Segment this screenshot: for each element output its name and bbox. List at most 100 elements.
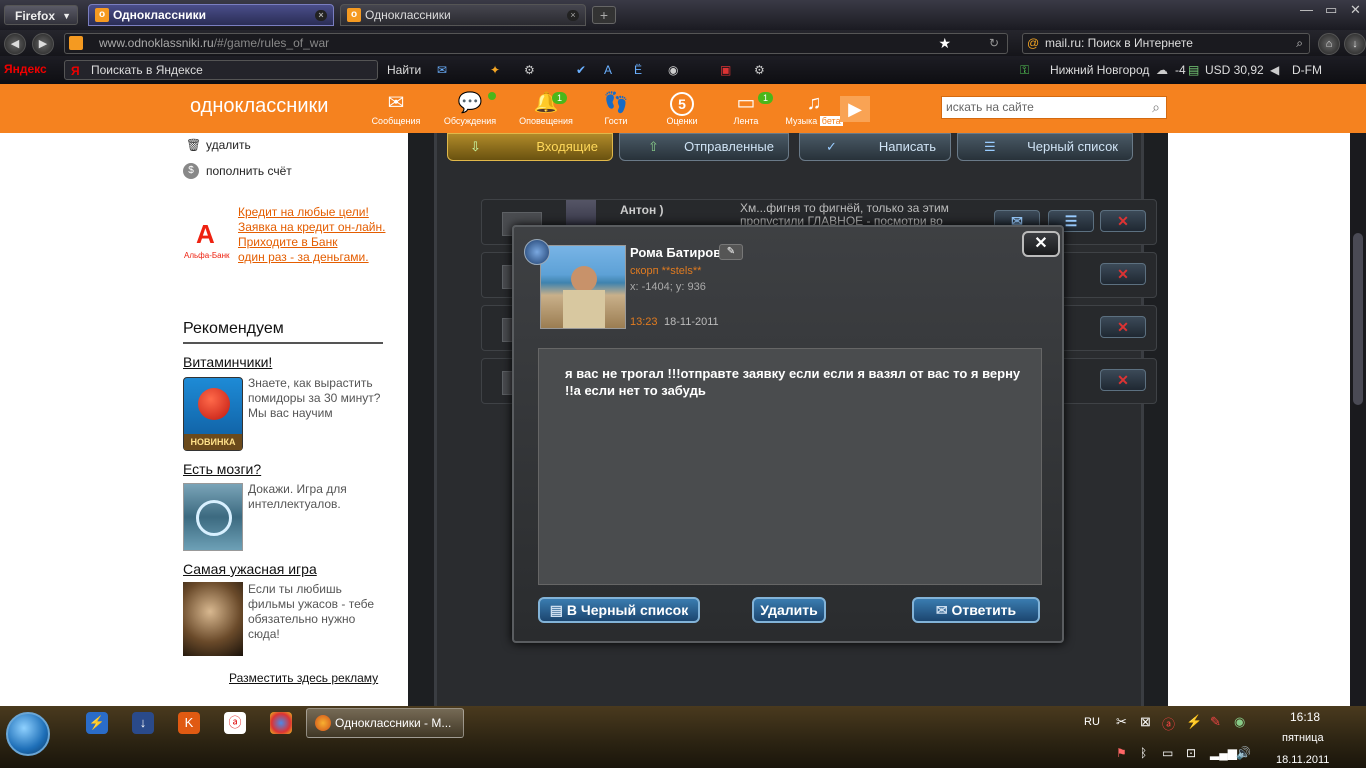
yandex-find-button[interactable]: Найти xyxy=(387,63,421,77)
settings-icon[interactable]: ⚙ xyxy=(754,63,765,77)
weather-temperature[interactable]: -4 xyxy=(1175,63,1186,77)
delete-message-icon[interactable]: ✕ xyxy=(1100,263,1146,285)
page-scrollbar[interactable] xyxy=(1350,133,1366,706)
close-dialog-button[interactable]: ✕ xyxy=(1022,231,1060,257)
tab-write[interactable]: ✓ Написать xyxy=(799,133,951,161)
menu-discussions[interactable]: 💬 Обсуждения xyxy=(438,90,502,126)
tray-box-icon[interactable]: ⊠ xyxy=(1140,714,1151,730)
ad-line[interactable]: Кредит на любые цели! xyxy=(238,205,398,220)
site-search-input[interactable]: искать на сайте ⌕ xyxy=(941,96,1167,119)
usb-icon[interactable]: ⊡ xyxy=(1186,746,1196,760)
delete-message-icon[interactable]: ✕ xyxy=(1100,369,1146,391)
tray-flag-icon[interactable]: ⚑ xyxy=(1116,746,1127,760)
thunderbolt-icon[interactable]: ⚡ xyxy=(86,712,108,734)
minimize-icon[interactable]: — xyxy=(1300,2,1313,17)
translate-icon[interactable]: A xyxy=(604,63,612,77)
play-icon[interactable]: ▶ xyxy=(840,96,870,122)
kaspersky-icon[interactable]: K xyxy=(178,712,200,734)
tab-blacklist[interactable]: ☰ Черный список xyxy=(957,133,1133,161)
menu-feed[interactable]: ▭ Лента 1 xyxy=(714,90,778,126)
ad-text[interactable]: Кредит на любые цели! Заявка на кредит о… xyxy=(238,205,398,265)
alfa-bank-logo-icon[interactable]: A xyxy=(196,219,215,250)
url-bar[interactable]: www.odnoklassniki.ru/#/game/rules_of_war… xyxy=(64,33,1008,54)
weather-city[interactable]: Нижний Новгород xyxy=(1050,63,1149,77)
forward-button[interactable]: ▶ xyxy=(32,33,54,55)
bookmark-star-icon[interactable]: ★ xyxy=(938,34,951,53)
close-tab-icon[interactable]: × xyxy=(315,10,327,21)
sender-clan[interactable]: скорп **stels** xyxy=(630,265,701,277)
place-ad-link[interactable]: Разместить здесь рекламу xyxy=(229,671,378,685)
search-icon[interactable]: ⌕ xyxy=(1296,34,1303,53)
maximize-icon[interactable]: ▭ xyxy=(1325,2,1337,18)
site-logo[interactable]: одноклассники xyxy=(190,95,328,118)
sender-name[interactable]: Рома Батиров xyxy=(630,245,721,260)
check-icon[interactable]: ✔ xyxy=(576,63,586,77)
tray-thunder-icon[interactable]: ⚡ xyxy=(1186,714,1202,730)
firefox-menu-button[interactable]: Firefox ▼ xyxy=(4,5,78,25)
recommend-item-title[interactable]: Самая ужасная игра xyxy=(183,561,317,577)
shopping-icon[interactable]: ✦ xyxy=(490,63,500,77)
tray-pen-icon[interactable]: ✎ xyxy=(1210,714,1221,730)
horror-game-image[interactable] xyxy=(183,582,243,656)
chrome-icon[interactable] xyxy=(270,712,292,734)
ad-line[interactable]: Приходите в Банк xyxy=(238,235,398,250)
ad-line[interactable]: Заявка на кредит он-лайн. xyxy=(238,220,398,235)
clock-date[interactable]: 18.11.2011 xyxy=(1276,754,1329,766)
gear-icon[interactable]: ⚙ xyxy=(524,63,535,77)
clock-day[interactable]: пятница xyxy=(1282,732,1324,744)
recommend-item-title[interactable]: Есть мозги? xyxy=(183,461,261,477)
speaker-icon[interactable]: ◀ xyxy=(1270,63,1279,77)
menu-guests[interactable]: 👣 Гости xyxy=(584,90,648,126)
yandex-logo[interactable]: Яндекс xyxy=(4,62,47,76)
sender-name[interactable]: Антон ) xyxy=(620,203,664,217)
new-tab-button[interactable]: + xyxy=(592,6,616,24)
tab-inactive[interactable]: о Одноклассники × xyxy=(340,4,586,26)
close-window-icon[interactable]: ✕ xyxy=(1350,2,1361,18)
menu-music[interactable]: ♫ Музыка бета xyxy=(782,90,846,126)
menu-messages[interactable]: ✉ Сообщения xyxy=(364,90,428,126)
tray-tool-icon[interactable]: ✂ xyxy=(1116,714,1127,730)
brain-game-image[interactable] xyxy=(183,483,243,551)
antivirus-icon[interactable]: ⓐ xyxy=(224,712,246,734)
tray-globe-icon[interactable]: ◉ xyxy=(1234,714,1245,730)
topup-link[interactable]: пополнить счёт xyxy=(206,164,292,178)
taskbar-firefox-window[interactable]: Одноклассники - M... xyxy=(306,708,464,738)
search-engine-box[interactable]: @ mail.ru: Поиск в Интернете ⌕ xyxy=(1022,33,1310,54)
download-manager-icon[interactable]: ↓ xyxy=(132,712,154,734)
bluetooth-icon[interactable]: ᛒ xyxy=(1140,746,1147,760)
radio-station[interactable]: D-FM xyxy=(1292,63,1322,77)
globe-icon[interactable]: ◉ xyxy=(668,63,678,77)
close-tab-icon[interactable]: × xyxy=(567,10,579,21)
scrollbar-thumb[interactable] xyxy=(1353,233,1363,405)
currency-rate[interactable]: USD 30,92 xyxy=(1205,63,1264,77)
dictionary-icon[interactable]: Ё xyxy=(634,63,642,77)
tray-window-icon[interactable]: ▭ xyxy=(1162,746,1173,760)
tomato-game-image[interactable]: НОВИНКА xyxy=(183,377,243,451)
clock-time[interactable]: 16:18 xyxy=(1290,710,1320,724)
sender-photo[interactable] xyxy=(540,245,626,329)
yandex-search-input[interactable]: Я Поискать в Яндексе xyxy=(64,60,378,80)
delete-link[interactable]: удалить xyxy=(206,138,251,152)
language-indicator[interactable]: RU xyxy=(1084,716,1100,728)
back-button[interactable]: ◀ xyxy=(4,33,26,55)
home-button[interactable]: ⌂ xyxy=(1318,33,1340,55)
reply-button[interactable]: ✉ Ответить xyxy=(912,597,1040,623)
mail-icon[interactable]: ✉ xyxy=(437,63,447,77)
edit-pencil-icon[interactable]: ✎ xyxy=(719,244,743,260)
delete-message-icon[interactable]: ✕ xyxy=(1100,210,1146,232)
tray-antivirus-icon[interactable]: ⓐ xyxy=(1162,714,1175,733)
menu-ratings[interactable]: 5 Оценки xyxy=(650,90,714,126)
reload-icon[interactable]: ↻ xyxy=(989,34,999,53)
blacklist-button[interactable]: ▤ В Черный список xyxy=(538,597,700,623)
menu-notifications[interactable]: 🔔 Оповещения 1 xyxy=(514,90,578,126)
bookmark-icon[interactable]: ▣ xyxy=(720,63,731,77)
tab-sent[interactable]: ⇧ Отправленные xyxy=(619,133,789,161)
start-button[interactable] xyxy=(6,712,50,756)
download-button[interactable]: ↓ xyxy=(1344,33,1366,55)
search-icon[interactable]: ⌕ xyxy=(1152,97,1160,118)
network-signal-icon[interactable]: ▂▄▆ xyxy=(1210,746,1237,760)
tab-active[interactable]: о Одноклассники × xyxy=(88,4,334,26)
tab-inbox[interactable]: ⇩ Входящие xyxy=(447,133,613,161)
volume-icon[interactable]: 🔊 xyxy=(1236,746,1251,760)
recommend-item-title[interactable]: Витаминчики! xyxy=(183,354,272,370)
